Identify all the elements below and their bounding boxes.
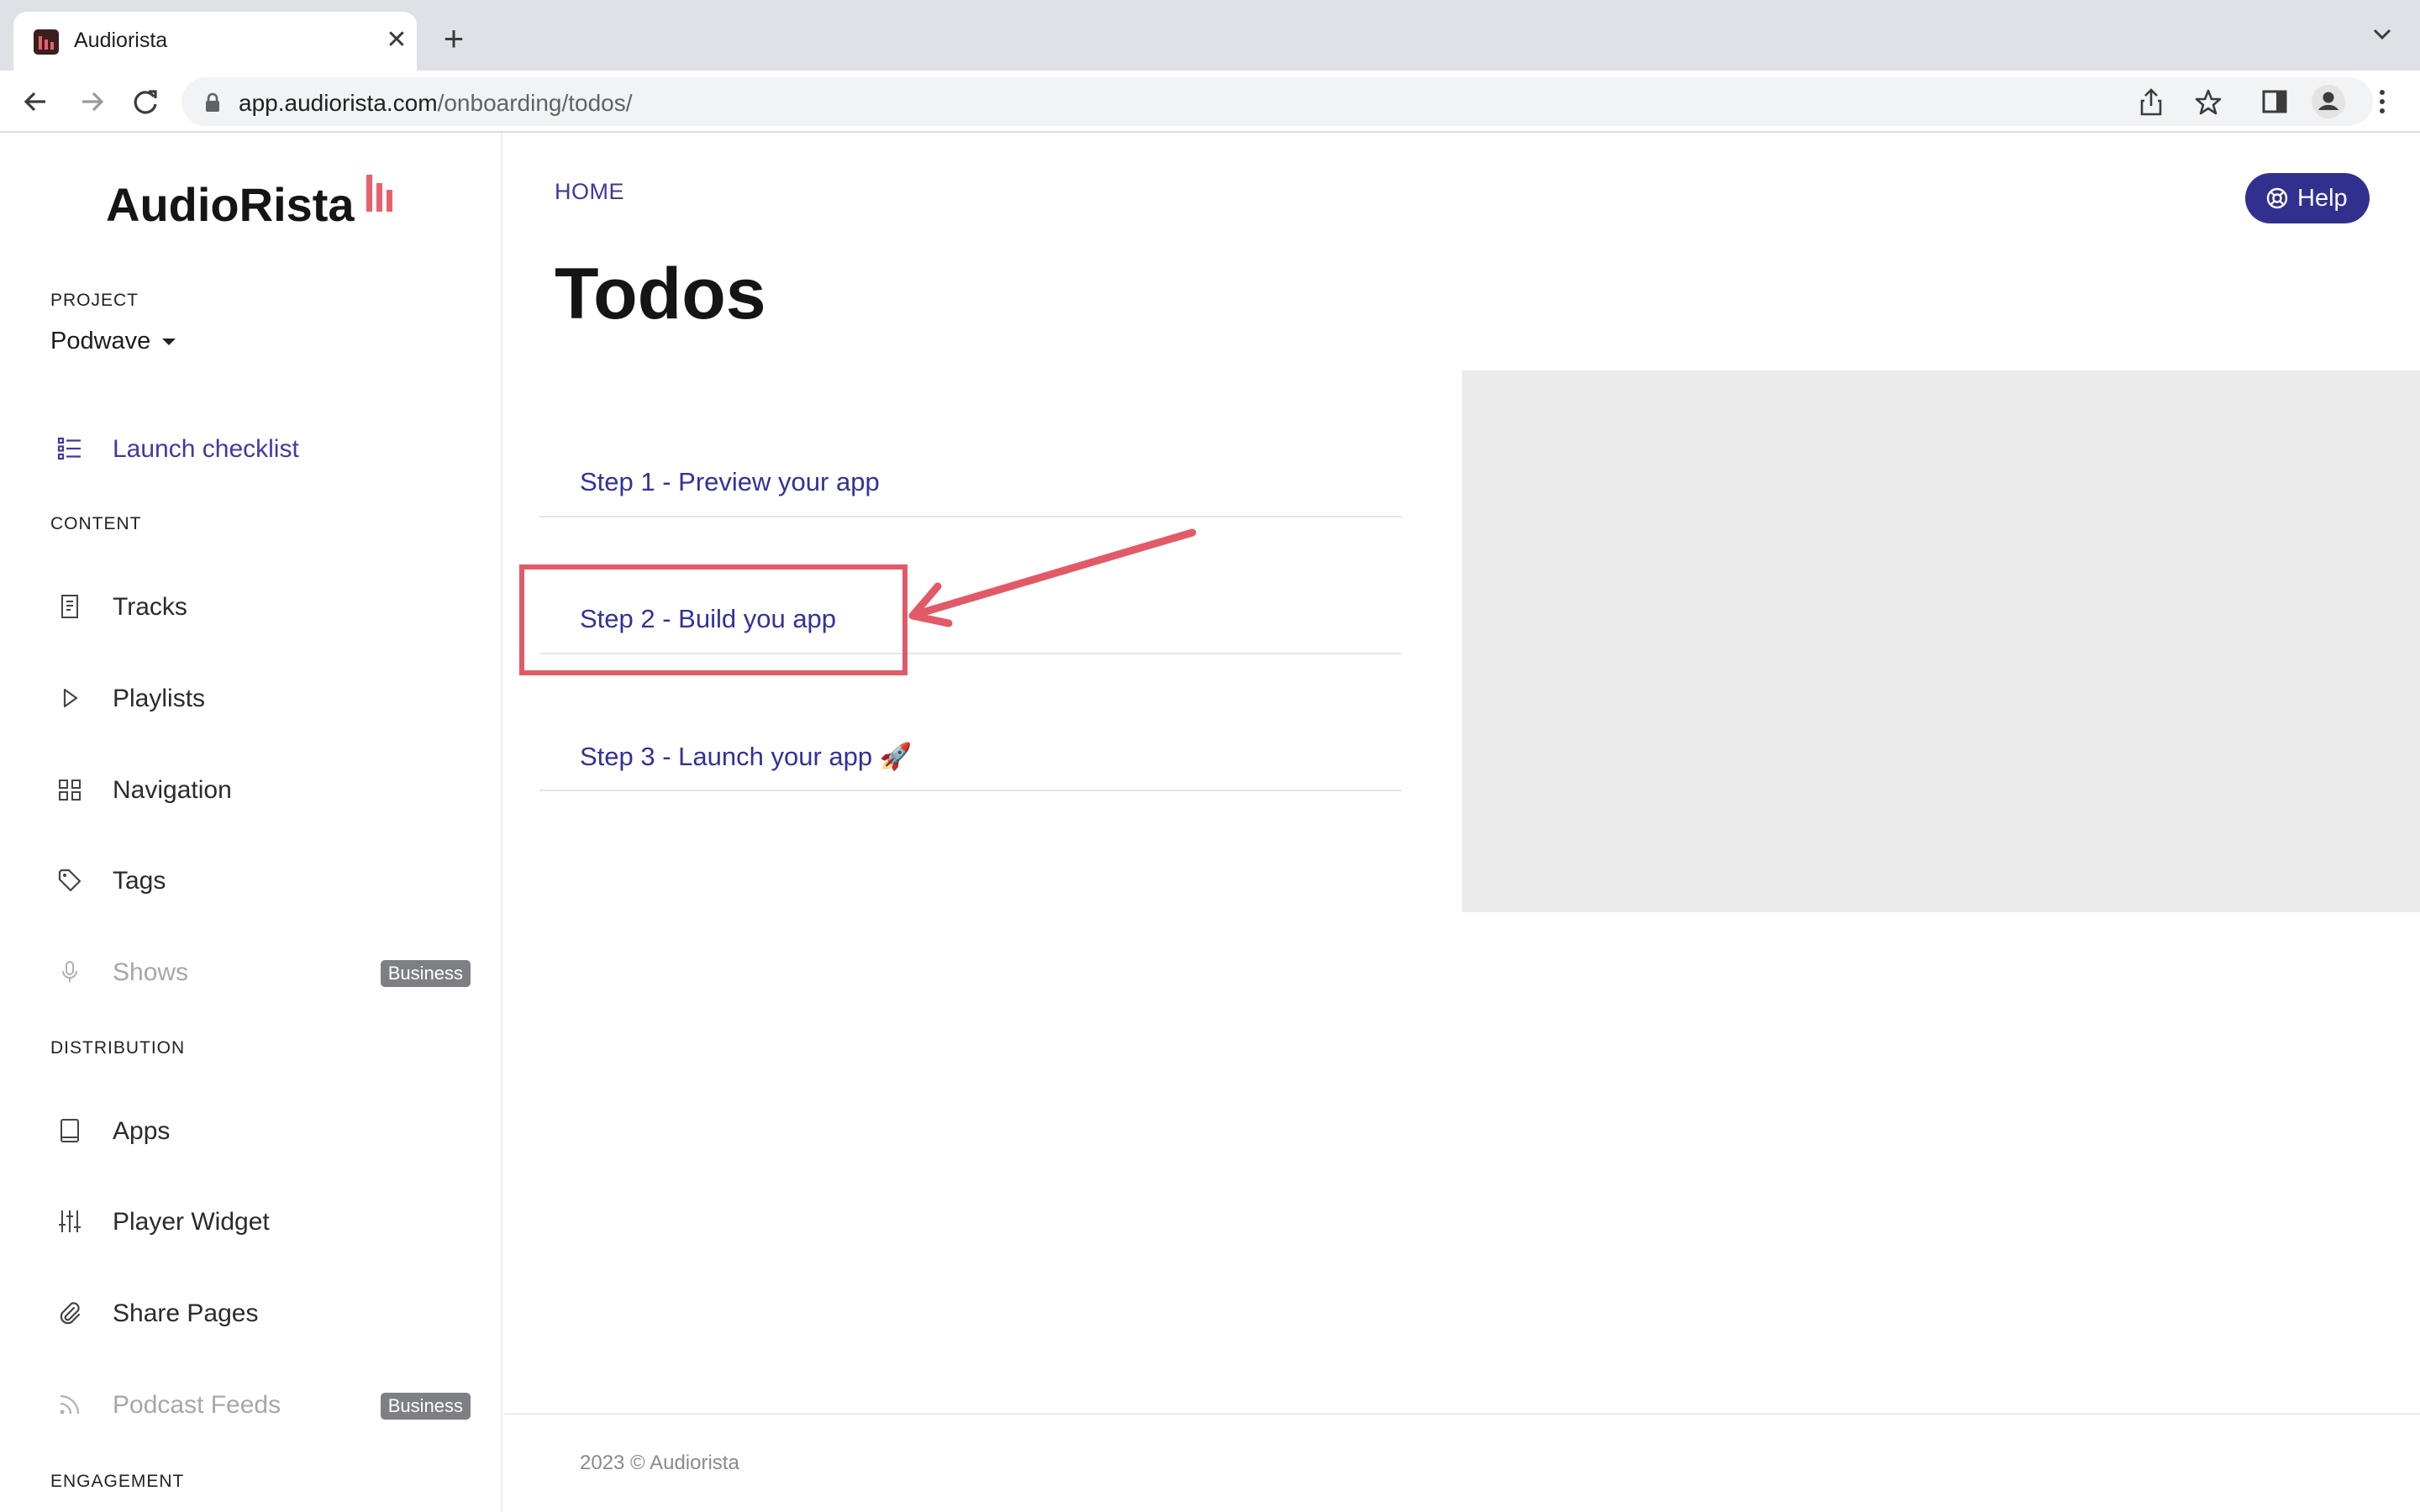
- tag-icon: [58, 869, 82, 892]
- footer-copyright: 2023 © Audiorista: [580, 1452, 739, 1474]
- sidebar-item-navigation[interactable]: Navigation: [50, 764, 471, 815]
- sidebar-item-share-pages[interactable]: Share Pages: [50, 1288, 471, 1338]
- rss-icon: [60, 1394, 80, 1415]
- new-tab-icon[interactable]: +: [435, 21, 472, 59]
- sidebar-item-tags[interactable]: Tags: [50, 855, 471, 906]
- document-icon: [61, 595, 78, 618]
- project-selector[interactable]: Podwave: [50, 328, 176, 355]
- bookmark-star-icon[interactable]: [2191, 86, 2225, 119]
- audiorista-logo[interactable]: AudioRista: [106, 175, 392, 230]
- distribution-section-label: DISTRIBUTION: [50, 1038, 186, 1058]
- sidebar-item-shows[interactable]: Shows Business: [50, 947, 471, 997]
- business-badge: Business: [380, 1393, 471, 1420]
- grid-icon: [59, 780, 81, 801]
- chevron-down-icon[interactable]: [2368, 20, 2396, 49]
- audiorista-favicon-icon: [34, 29, 59, 55]
- reload-icon[interactable]: [126, 82, 165, 121]
- sliders-icon: [59, 1210, 81, 1232]
- address-bar[interactable]: app.audiorista.com/onboarding/todos/: [182, 77, 2373, 126]
- step-1-link[interactable]: Step 1 - Preview your app: [539, 447, 1402, 517]
- list-icon: [57, 437, 81, 460]
- lock-icon: [206, 92, 219, 112]
- profile-avatar-icon[interactable]: [2309, 82, 2348, 121]
- footer: 2023 © Audiorista: [504, 1413, 2420, 1512]
- lifebuoy-icon: [2266, 187, 2288, 209]
- sidebar-item-tracks[interactable]: Tracks: [50, 581, 471, 632]
- highlight-annotation-box: [519, 564, 908, 675]
- project-name: Podwave: [50, 328, 151, 354]
- breadcrumb-home[interactable]: HOME: [555, 179, 624, 205]
- sidebar: AudioRista PROJECT Podwave Launch checkl…: [0, 133, 502, 1512]
- logo-bars-icon: [365, 175, 398, 212]
- sidebar-item-apps[interactable]: Apps: [50, 1105, 471, 1156]
- browser-tab-strip: Audiorista ✕ +: [0, 0, 2420, 71]
- browser-tab[interactable]: Audiorista ✕: [13, 12, 417, 71]
- browser-toolbar: app.audiorista.com/onboarding/todos/: [0, 71, 2420, 133]
- sidebar-item-launch-checklist[interactable]: Launch checklist: [50, 423, 471, 474]
- side-panel-icon[interactable]: [2255, 82, 2294, 121]
- close-tab-icon[interactable]: ✕: [380, 24, 413, 57]
- browser-menu-icon[interactable]: [2363, 82, 2402, 121]
- engagement-section-label: ENGAGEMENT: [50, 1472, 185, 1491]
- sidebar-item-podcast-feeds[interactable]: Podcast Feeds Business: [50, 1379, 471, 1430]
- back-arrow-icon[interactable]: [17, 82, 55, 121]
- forward-arrow-icon[interactable]: [72, 82, 111, 121]
- caret-down-icon: [162, 338, 176, 345]
- play-icon: [63, 688, 78, 708]
- microphone-icon: [62, 961, 77, 982]
- sidebar-item-player-widget[interactable]: Player Widget: [50, 1196, 471, 1247]
- step-3-link[interactable]: Step 3 - Launch your app 🚀: [539, 721, 1402, 791]
- preview-placeholder-panel: [1462, 370, 2420, 912]
- page-title: Todos: [555, 254, 766, 334]
- tab-title: Audiorista: [74, 29, 168, 52]
- url-text: app.audiorista.com/onboarding/todos/: [239, 90, 633, 116]
- sidebar-item-playlists[interactable]: Playlists: [50, 673, 471, 723]
- annotation-arrow-icon: [908, 528, 1197, 627]
- business-badge: Business: [380, 960, 471, 987]
- content-section-label: CONTENT: [50, 514, 142, 533]
- project-label: PROJECT: [50, 291, 139, 310]
- help-button[interactable]: Help: [2245, 173, 2370, 223]
- share-icon[interactable]: [2134, 86, 2168, 119]
- tablet-icon: [60, 1119, 79, 1142]
- paperclip-icon: [60, 1302, 81, 1325]
